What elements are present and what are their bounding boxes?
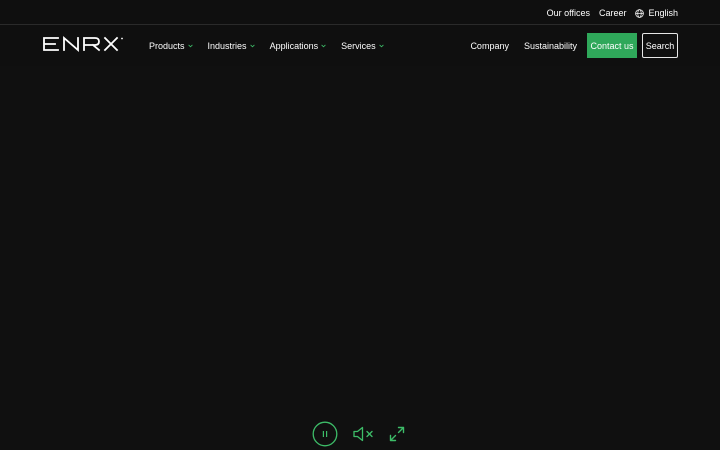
volume-muted-icon[interactable] — [353, 426, 375, 442]
video-controls — [312, 420, 405, 448]
utility-links: Our offices Career English — [547, 0, 678, 25]
enrx-logo[interactable] — [42, 36, 126, 52]
primary-navigation: Products Industries Applications Service… — [149, 26, 384, 66]
nav-products-label: Products — [149, 41, 185, 51]
top-utility-bar: Our offices Career English — [0, 0, 720, 25]
nav-products[interactable]: Products — [149, 41, 193, 51]
search-button[interactable]: Search — [642, 33, 678, 58]
chevron-down-icon — [321, 44, 326, 48]
our-offices-link[interactable]: Our offices — [547, 8, 590, 18]
career-link[interactable]: Career — [599, 8, 627, 18]
language-label: English — [648, 8, 678, 18]
pause-icon[interactable] — [312, 421, 338, 447]
hero-video — [0, 66, 720, 450]
nav-applications-label: Applications — [269, 41, 319, 51]
nav-services-label: Services — [341, 41, 376, 51]
sustainability-link[interactable]: Sustainability — [524, 41, 577, 51]
chevron-down-icon — [249, 44, 255, 48]
enrx-logo-mark — [43, 36, 123, 52]
contact-us-button[interactable]: Contact us — [587, 33, 637, 58]
chevron-down-icon — [378, 44, 384, 48]
nav-services[interactable]: Services — [341, 41, 384, 51]
secondary-navigation: Company Sustainability Contact us Search — [470, 33, 678, 58]
nav-industries-label: Industries — [207, 41, 247, 51]
company-link[interactable]: Company — [470, 41, 509, 51]
nav-industries[interactable]: Industries — [208, 41, 255, 51]
language-selector[interactable]: English — [635, 8, 678, 18]
globe-icon — [635, 8, 645, 18]
fullscreen-icon[interactable] — [389, 426, 405, 442]
main-header: Products Industries Applications Service… — [0, 26, 720, 66]
chevron-down-icon — [187, 44, 193, 48]
nav-applications[interactable]: Applications — [270, 41, 327, 51]
